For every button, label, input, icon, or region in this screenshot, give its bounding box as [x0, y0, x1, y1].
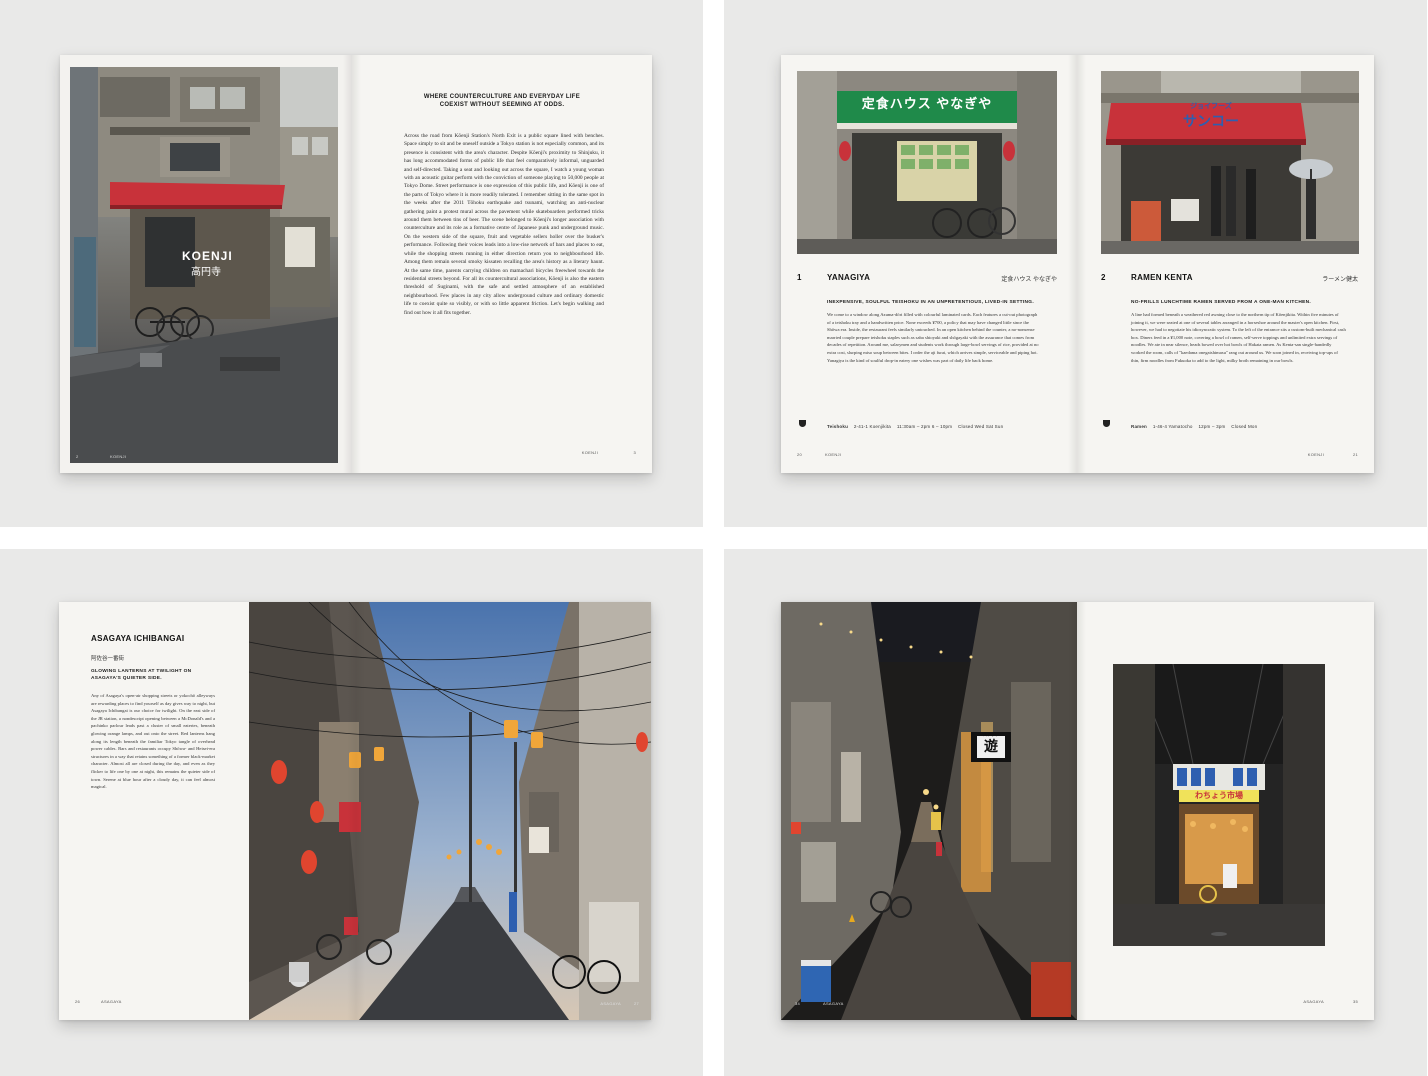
red-awning-sign: ジョイフーズ サンコー [1121, 101, 1301, 131]
folio-right-num: 35 [1352, 999, 1358, 1004]
spread-paper: スナック 遊 34 ASAGAYA わちょう市場 ASAGAYA 35 [781, 602, 1374, 1020]
entry-info-row: Ramen 1-46-4 Yamatocho 12pm – 3pm Closed… [1131, 424, 1257, 429]
spine-shadow [347, 602, 365, 1020]
spread-paper: KOENJI 高円寺 2 KOENJI WHERE COUNTERCULTURE… [60, 55, 652, 473]
folio-right-label: KOENJI [581, 450, 598, 455]
photo-ramen-kenta-storefront: ジョイフーズ サンコー [1101, 71, 1359, 254]
entry-jp-name: ラーメン健太 [1322, 277, 1358, 283]
entry-lede: NO-FRILLS LUNCHTIME RAMEN SERVED FROM A … [1131, 300, 1311, 305]
entry-body: A line had formed beneath a weathered re… [1131, 312, 1346, 363]
photo-night-alley: スナック 遊 34 ASAGAYA [781, 602, 1077, 1020]
left-page-text: ASAGAYA ICHIBANGAI 阿佐谷一番街 GLOWING LANTER… [59, 602, 249, 1020]
spine-shadow [1068, 55, 1086, 473]
sign-jp: 高円寺 [191, 267, 221, 278]
magazine-spread-asagaya-ichibangai: ASAGAYA ICHIBANGAI 阿佐谷一番街 GLOWING LANTER… [0, 549, 703, 1076]
folio-left-num: 34 [795, 1001, 801, 1006]
entry-number: 1 [797, 273, 802, 282]
folio-left-num: 26 [75, 999, 81, 1004]
article-title: ASAGAYA ICHIBANGAI [91, 634, 185, 643]
photo-overlay-sign: KOENJI 高円寺 [182, 249, 233, 278]
entry-number: 2 [1101, 273, 1106, 282]
info-type: Ramen [1131, 424, 1148, 429]
entry-info-row: Teishoku 2-41-1 Koenjikita 11:30am – 2pm… [827, 424, 1003, 429]
folio-right-num: 3 [633, 450, 636, 455]
street-photo-koenji: KOENJI 高円寺 2 KOENJI [70, 67, 338, 463]
entry-body: We come to a window along Azuma-dōri fil… [827, 312, 1039, 363]
folio-right-label: KOENJI [1307, 452, 1324, 457]
entry-lede: INEXPENSIVE, SOULFUL TEISHOKU IN AN UNPR… [827, 300, 1034, 305]
market-sign-text: わちょう市場 [1195, 791, 1243, 800]
folio-left-label: KOENJI [110, 454, 127, 459]
folio-right-num: 27 [633, 1001, 639, 1006]
arcade-illustration [1113, 664, 1325, 946]
magazine-spread-night-alleys: スナック 遊 34 ASAGAYA わちょう市場 ASAGAYA 35 [724, 549, 1427, 1076]
right-page: ジョイフーズ サンコー 2 RAMEN KENTA ラーメン健太 NO-FRIL… [1077, 55, 1374, 473]
info-type: Teishoku [827, 424, 849, 429]
photo-market-arcade: わちょう市場 [1113, 664, 1325, 946]
magazine-spread-restaurants: 定食ハウス やなぎや 1 YANAGIYA 定食ハウス やなぎや INEXPEN… [724, 0, 1427, 527]
article-body: Any of Asagaya's open-air shopping stree… [91, 693, 215, 790]
info-closed: Closed Wed Sat Sun [958, 424, 1004, 429]
spread-paper: ASAGAYA ICHIBANGAI 阿佐谷一番街 GLOWING LANTER… [59, 602, 651, 1020]
photo-twilight-street: ASAGAYA 27 [249, 602, 651, 1020]
article-body: Across the road from Kōenji Station's No… [404, 133, 604, 316]
folio-right-label: ASAGAYA [600, 1001, 621, 1006]
info-address: 2-41-1 Koenjikita [853, 424, 892, 429]
entry-jp-name: 定食ハウス やなぎや [1001, 277, 1057, 283]
night-alley-illustration [781, 602, 1077, 1020]
sign-small-text: ジョイフーズ [1190, 103, 1232, 110]
article-lede: GLOWING LANTERNS AT TWILIGHT ON ASAGAYA'… [91, 669, 192, 681]
info-closed: Closed Mon [1231, 424, 1258, 429]
bowl-icon [1103, 420, 1110, 427]
folio-left-label: ASAGAYA [823, 1001, 844, 1006]
sign-main-text: サンコー [1183, 113, 1239, 129]
twilight-street-illustration [249, 602, 651, 1020]
folio-left-label: KOENJI [825, 452, 842, 457]
left-page: 定食ハウス やなぎや 1 YANAGIYA 定食ハウス やなぎや INEXPEN… [781, 55, 1077, 473]
article-jp-title: 阿佐谷一番街 [91, 656, 125, 662]
spine-shadow [1068, 602, 1086, 1020]
spine-shadow [343, 55, 361, 473]
info-hours: 12pm – 3pm [1198, 424, 1226, 429]
snack-bar-sign: スナック 遊 [977, 732, 1005, 754]
folio-right-label: ASAGAYA [1303, 999, 1324, 1004]
spread-paper: 定食ハウス やなぎや 1 YANAGIYA 定食ハウス やなぎや INEXPEN… [781, 55, 1374, 473]
bowl-icon [799, 420, 806, 427]
entry-title: YANAGIYA [827, 273, 871, 282]
photo-yanagiya-storefront: 定食ハウス やなぎや [797, 71, 1057, 254]
magazine-spread-koenji-intro: KOENJI 高円寺 2 KOENJI WHERE COUNTERCULTURE… [0, 0, 703, 527]
folio-right-num: 21 [1352, 452, 1358, 457]
info-hours: 11:30am – 2pm 6 – 10pm [896, 424, 953, 429]
entry-title: RAMEN KENTA [1131, 273, 1193, 282]
right-page: わちょう市場 ASAGAYA 35 [1077, 602, 1374, 1020]
sign-main-text: 遊 [984, 738, 998, 754]
storefront-illustration [1101, 71, 1359, 254]
folio-left-num: 20 [797, 452, 803, 457]
right-page-text: WHERE COUNTERCULTURE AND EVERYDAY LIFE C… [352, 55, 652, 473]
info-address: 1-46-4 Yamatocho [1152, 424, 1193, 429]
article-heading: WHERE COUNTERCULTURE AND EVERYDAY LIFE C… [423, 94, 581, 108]
green-sign-text: 定食ハウス やなぎや [861, 96, 993, 111]
sign-title: KOENJI [182, 249, 233, 263]
folio-left-num: 2 [76, 454, 79, 459]
folio-left-label: ASAGAYA [101, 999, 122, 1004]
